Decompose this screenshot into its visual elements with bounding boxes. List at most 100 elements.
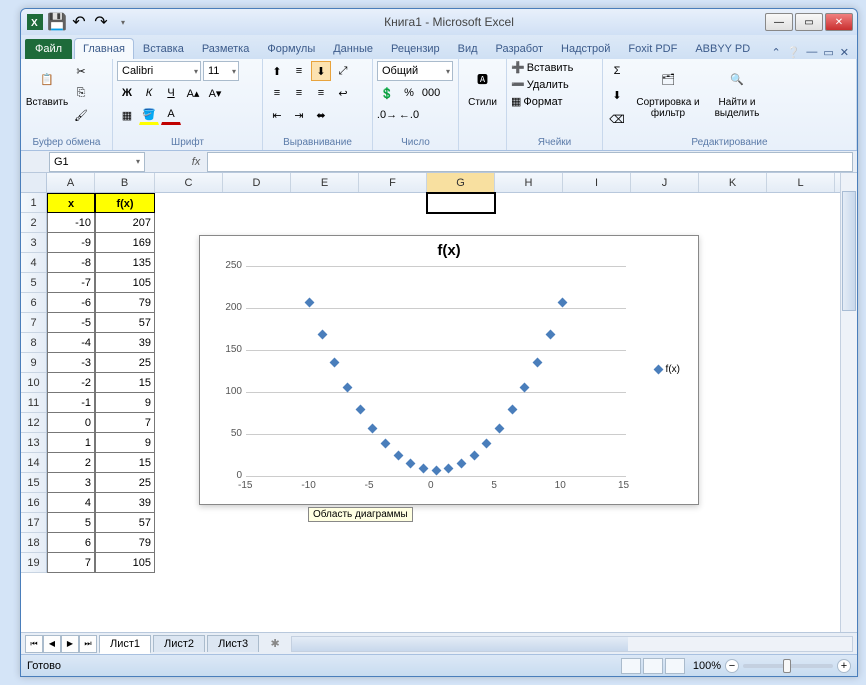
col-header-F[interactable]: F bbox=[359, 173, 427, 192]
data-point[interactable] bbox=[380, 438, 390, 448]
underline-button[interactable]: Ч bbox=[161, 83, 181, 103]
file-tab[interactable]: Файл bbox=[25, 39, 72, 59]
col-header-A[interactable]: A bbox=[47, 173, 95, 192]
row-header-18[interactable]: 18 bbox=[21, 533, 46, 553]
tab-view[interactable]: Вид bbox=[449, 38, 487, 59]
horizontal-scrollbar[interactable] bbox=[291, 636, 853, 652]
align-top-icon[interactable]: ⬆ bbox=[267, 61, 287, 81]
view-layout-icon[interactable] bbox=[643, 658, 663, 674]
cell-A7[interactable]: -5 bbox=[47, 313, 95, 333]
inner-min-icon[interactable]: — bbox=[806, 46, 817, 59]
borders-icon[interactable]: ▦ bbox=[117, 105, 137, 125]
sheet-tab-1[interactable]: Лист1 bbox=[99, 635, 151, 654]
indent-inc-icon[interactable]: ⇥ bbox=[289, 105, 309, 125]
cell-B13[interactable]: 9 bbox=[95, 433, 155, 453]
inc-decimal-icon[interactable]: .0→ bbox=[377, 105, 397, 125]
row-header-4[interactable]: 4 bbox=[21, 253, 46, 273]
align-left-icon[interactable]: ≡ bbox=[267, 83, 287, 103]
name-box[interactable]: G1 bbox=[49, 152, 145, 172]
sheet-tab-2[interactable]: Лист2 bbox=[153, 635, 205, 652]
cut-icon[interactable]: ✂ bbox=[71, 61, 91, 81]
cell-B5[interactable]: 105 bbox=[95, 273, 155, 293]
spreadsheet-grid[interactable]: ABCDEFGHIJKL 123456789101112131415161718… bbox=[21, 173, 857, 632]
zoom-out-button[interactable]: − bbox=[725, 659, 739, 673]
cell-A19[interactable]: 7 bbox=[47, 553, 95, 573]
cell-B7[interactable]: 57 bbox=[95, 313, 155, 333]
cell-B6[interactable]: 79 bbox=[95, 293, 155, 313]
dec-decimal-icon[interactable]: ←.0 bbox=[399, 105, 419, 125]
font-size-combo[interactable]: 11 bbox=[203, 61, 239, 81]
cell-A15[interactable]: 3 bbox=[47, 473, 95, 493]
data-point[interactable] bbox=[355, 405, 365, 415]
sheet-nav-prev-icon[interactable]: ◀ bbox=[43, 635, 61, 653]
row-header-3[interactable]: 3 bbox=[21, 233, 46, 253]
cell-B17[interactable]: 57 bbox=[95, 513, 155, 533]
data-point[interactable] bbox=[418, 463, 428, 473]
cell-B2[interactable]: 207 bbox=[95, 213, 155, 233]
cell-A18[interactable]: 6 bbox=[47, 533, 95, 553]
data-point[interactable] bbox=[330, 358, 340, 368]
grow-font-icon[interactable]: A▴ bbox=[183, 83, 203, 103]
cell-A10[interactable]: -2 bbox=[47, 373, 95, 393]
tab-develop[interactable]: Разработ bbox=[487, 38, 552, 59]
save-icon[interactable]: 💾 bbox=[47, 12, 67, 32]
data-point[interactable] bbox=[507, 405, 517, 415]
orientation-icon[interactable]: ⤢ bbox=[333, 61, 353, 81]
cell-A14[interactable]: 2 bbox=[47, 453, 95, 473]
cell-A11[interactable]: -1 bbox=[47, 393, 95, 413]
tab-layout[interactable]: Разметка bbox=[193, 38, 259, 59]
cell-A16[interactable]: 4 bbox=[47, 493, 95, 513]
font-name-combo[interactable]: Calibri bbox=[117, 61, 201, 81]
tab-abbyy[interactable]: ABBYY PD bbox=[686, 38, 759, 59]
data-point[interactable] bbox=[469, 450, 479, 460]
row-header-10[interactable]: 10 bbox=[21, 373, 46, 393]
data-point[interactable] bbox=[317, 329, 327, 339]
row-header-13[interactable]: 13 bbox=[21, 433, 46, 453]
row-header-1[interactable]: 1 bbox=[21, 193, 46, 213]
data-point[interactable] bbox=[368, 423, 378, 433]
col-header-E[interactable]: E bbox=[291, 173, 359, 192]
tab-insert[interactable]: Вставка bbox=[134, 38, 193, 59]
row-header-12[interactable]: 12 bbox=[21, 413, 46, 433]
row-header-5[interactable]: 5 bbox=[21, 273, 46, 293]
row-header-2[interactable]: 2 bbox=[21, 213, 46, 233]
inner-close-icon[interactable]: ✕ bbox=[840, 46, 849, 59]
cell-B14[interactable]: 15 bbox=[95, 453, 155, 473]
col-header-C[interactable]: C bbox=[155, 173, 223, 192]
italic-button[interactable]: К bbox=[139, 83, 159, 103]
data-point[interactable] bbox=[545, 329, 555, 339]
paste-button[interactable]: 📋 Вставить bbox=[25, 61, 69, 110]
data-point[interactable] bbox=[304, 297, 314, 307]
close-button[interactable]: ✕ bbox=[825, 13, 853, 31]
cell-B12[interactable]: 7 bbox=[95, 413, 155, 433]
minimize-button[interactable]: — bbox=[765, 13, 793, 31]
currency-icon[interactable]: 💲 bbox=[377, 83, 397, 103]
col-header-J[interactable]: J bbox=[631, 173, 699, 192]
cell-B18[interactable]: 79 bbox=[95, 533, 155, 553]
cell-B15[interactable]: 25 bbox=[95, 473, 155, 493]
cell-A13[interactable]: 1 bbox=[47, 433, 95, 453]
cell-A17[interactable]: 5 bbox=[47, 513, 95, 533]
fill-down-icon[interactable]: ⬇ bbox=[607, 85, 627, 105]
row-header-16[interactable]: 16 bbox=[21, 493, 46, 513]
tab-foxit[interactable]: Foxit PDF bbox=[619, 38, 686, 59]
excel-icon[interactable]: X bbox=[25, 12, 45, 32]
cell-A5[interactable]: -7 bbox=[47, 273, 95, 293]
cell-A12[interactable]: 0 bbox=[47, 413, 95, 433]
row-header-17[interactable]: 17 bbox=[21, 513, 46, 533]
cells-delete-button[interactable]: ➖ Удалить bbox=[511, 78, 569, 91]
merge-icon[interactable]: ⬌ bbox=[311, 105, 331, 125]
data-point[interactable] bbox=[431, 465, 441, 475]
row-header-8[interactable]: 8 bbox=[21, 333, 46, 353]
col-header-L[interactable]: L bbox=[767, 173, 835, 192]
cell-B9[interactable]: 25 bbox=[95, 353, 155, 373]
cells-format-button[interactable]: ▦ Формат bbox=[511, 95, 562, 108]
cell-B19[interactable]: 105 bbox=[95, 553, 155, 573]
cell-A1[interactable]: x bbox=[47, 193, 95, 213]
copy-icon[interactable]: ⎘ bbox=[71, 83, 91, 103]
zoom-in-button[interactable]: + bbox=[837, 659, 851, 673]
indent-dec-icon[interactable]: ⇤ bbox=[267, 105, 287, 125]
tab-review[interactable]: Рецензир bbox=[382, 38, 449, 59]
data-point[interactable] bbox=[532, 358, 542, 368]
align-right-icon[interactable]: ≡ bbox=[311, 83, 331, 103]
